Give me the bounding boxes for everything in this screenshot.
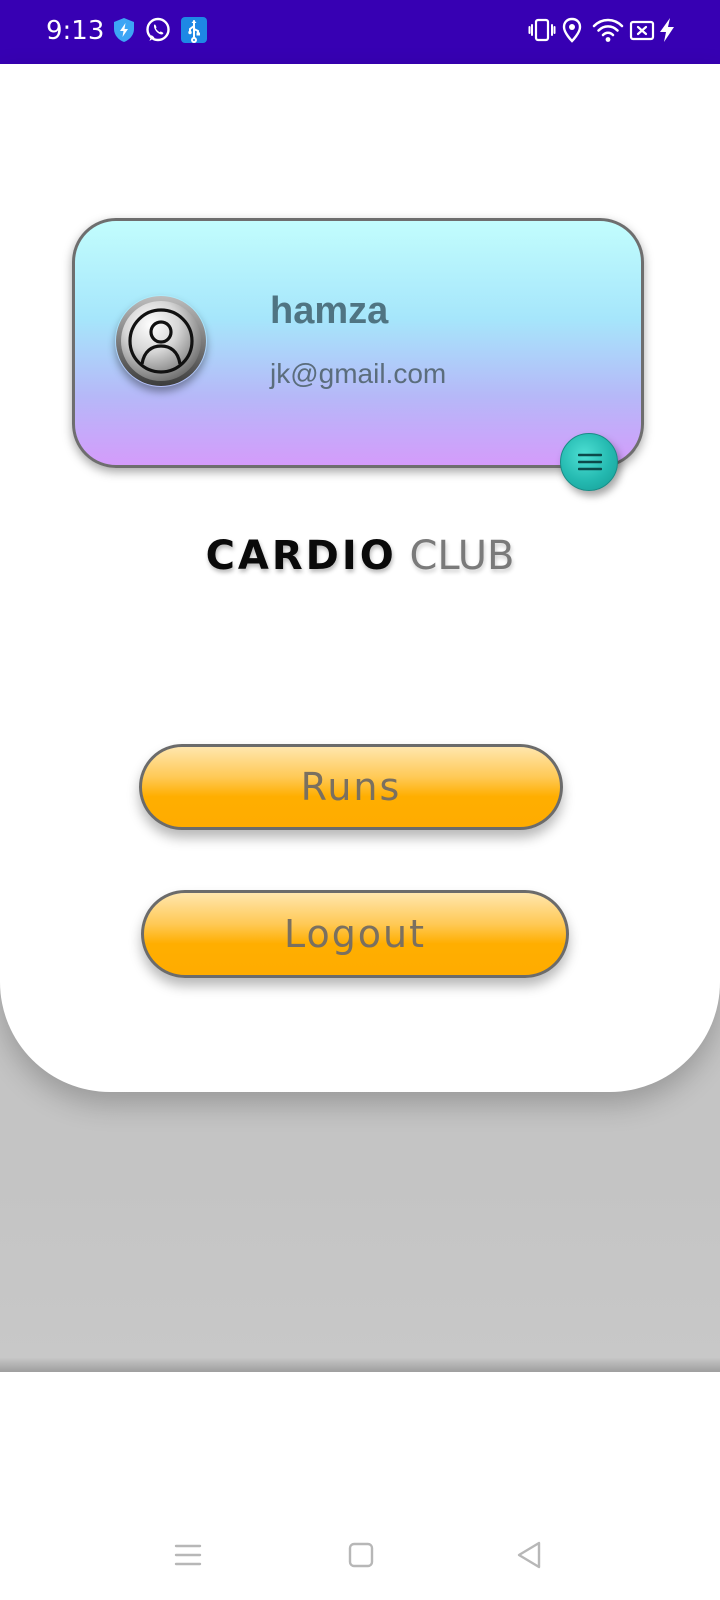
profile-email: jk@gmail.com: [270, 358, 447, 389]
back-icon[interactable]: [514, 1540, 544, 1570]
profile-card: hamza jk@gmail.com: [72, 218, 644, 468]
menu-button[interactable]: [560, 433, 618, 491]
shield-bolt-icon: [110, 16, 138, 44]
wifi-icon: [592, 16, 624, 44]
profile-name: hamza: [270, 290, 389, 332]
charging-icon: [656, 16, 678, 44]
status-time: 9:13: [46, 16, 105, 46]
vibrate-icon: [528, 16, 556, 44]
menu-icon: [578, 453, 602, 471]
status-bar: 9:13: [0, 0, 720, 64]
brand-title: CARDIO CLUB: [0, 528, 720, 584]
recents-icon[interactable]: [173, 1540, 203, 1570]
runs-button[interactable]: Runs: [139, 744, 563, 830]
location-icon: [558, 16, 586, 44]
no-sim-icon: [628, 16, 656, 44]
usb-icon: [180, 16, 208, 44]
user-avatar-icon[interactable]: [115, 295, 207, 387]
home-icon[interactable]: [346, 1540, 376, 1570]
brand-title-bold: CARDIO: [205, 533, 397, 579]
logout-button[interactable]: Logout: [141, 890, 569, 978]
brand-title-light: CLUB: [409, 533, 515, 579]
whatsapp-icon: [144, 16, 172, 44]
background-panel-edge: [0, 1358, 720, 1372]
